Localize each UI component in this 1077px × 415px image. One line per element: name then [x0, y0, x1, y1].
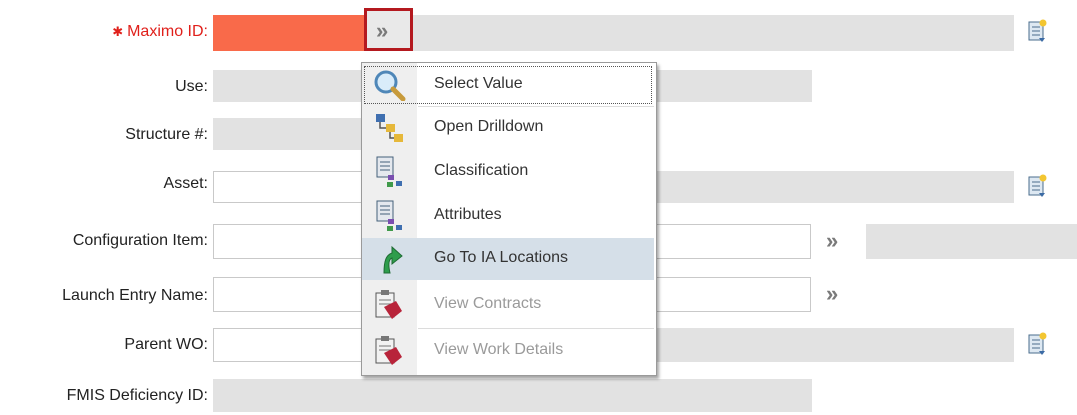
- menu-item-go-to-ia-locations[interactable]: Go To IA Locations: [362, 238, 654, 280]
- maximo-id-input[interactable]: [213, 15, 364, 51]
- asset-detail-menu-icon[interactable]: [1027, 174, 1047, 198]
- maximo-id-lookup-button[interactable]: »: [364, 8, 413, 51]
- double-chevron-icon: »: [376, 18, 388, 43]
- attributes-icon: [376, 200, 402, 231]
- configuration-item-label: Configuration Item:: [72, 232, 208, 249]
- use-label: Use:: [175, 78, 208, 95]
- maximo-id-label: ✱ Maximo ID:: [112, 23, 208, 40]
- menu-item-view-contracts[interactable]: View Contracts: [362, 284, 654, 326]
- menu-item-classification[interactable]: Classification: [362, 151, 654, 193]
- configuration-item-description: [866, 224, 1077, 259]
- menu-item-open-drilldown[interactable]: Open Drilldown: [362, 107, 654, 149]
- required-marker-icon: ✱: [112, 24, 124, 39]
- detail-menu-icon[interactable]: [1027, 19, 1047, 43]
- classification-icon: [376, 156, 402, 187]
- clipboard-icon: [375, 290, 402, 319]
- asset-label: Asset:: [163, 175, 208, 192]
- maximo-id-description: [413, 15, 1014, 51]
- menu-item-attributes[interactable]: Attributes: [362, 195, 654, 237]
- launch-entry-name-lookup-button[interactable]: »: [826, 283, 838, 305]
- structure-label: Structure #:: [125, 126, 208, 143]
- launch-entry-name-label: Launch Entry Name:: [62, 287, 208, 304]
- asset-description: [655, 171, 1014, 203]
- clipboard-icon: [375, 336, 402, 365]
- menu-separator: [418, 328, 654, 329]
- structure-input[interactable]: [213, 118, 368, 150]
- drilldown-icon: [376, 114, 403, 142]
- configuration-item-lookup-button[interactable]: »: [826, 230, 838, 252]
- fmis-deficiency-id-input[interactable]: [213, 379, 812, 412]
- lookup-context-menu: Select Value Open Drilldown Classificati…: [361, 62, 657, 376]
- parent-wo-detail-menu-icon[interactable]: [1027, 332, 1047, 356]
- asset-input[interactable]: [213, 171, 363, 203]
- goto-arrow-icon: [383, 245, 403, 274]
- parent-wo-description: [655, 328, 1014, 362]
- menu-item-select-value[interactable]: Select Value: [362, 64, 654, 106]
- magnifier-icon: [374, 70, 406, 101]
- parent-wo-label: Parent WO:: [124, 336, 208, 353]
- parent-wo-input[interactable]: [213, 328, 363, 362]
- fmis-deficiency-id-label: FMIS Deficiency ID:: [66, 387, 208, 404]
- menu-item-view-work-details[interactable]: View Work Details: [362, 330, 654, 372]
